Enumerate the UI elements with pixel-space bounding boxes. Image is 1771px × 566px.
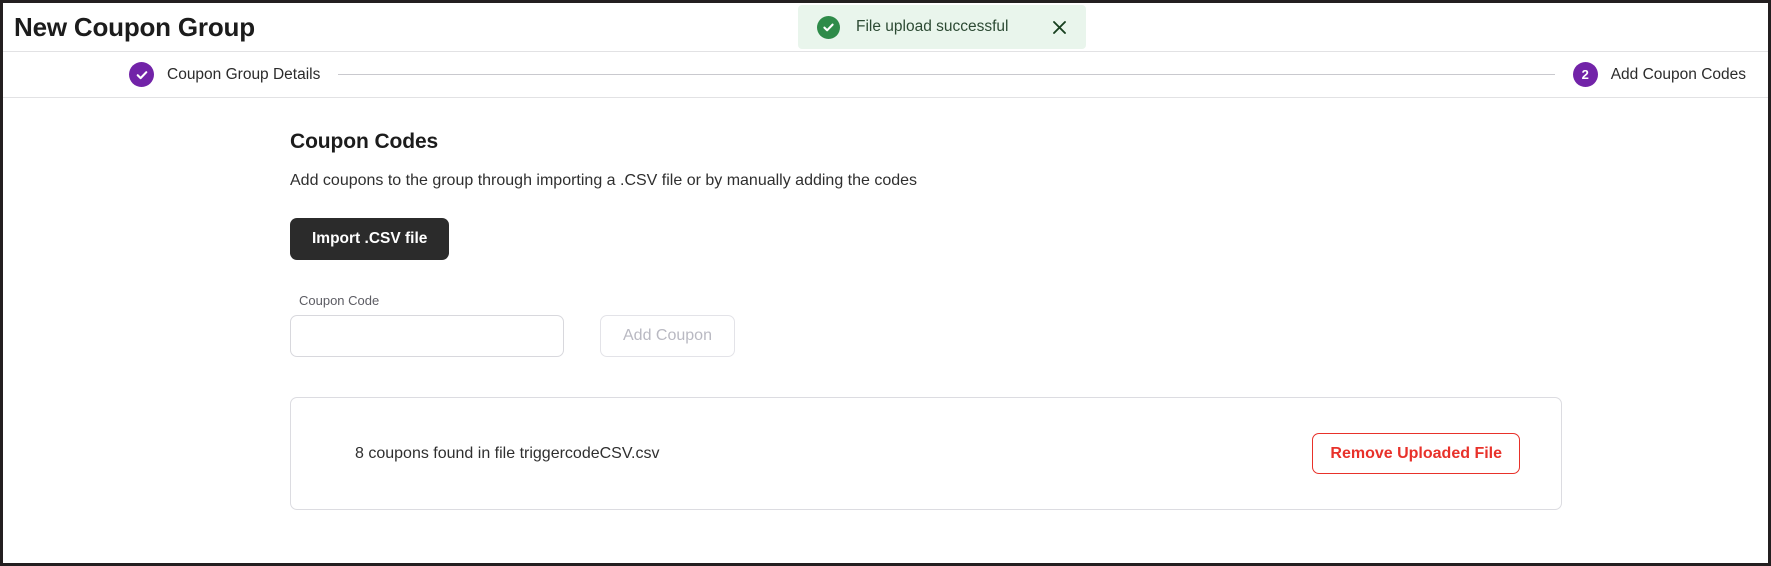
check-circle-icon xyxy=(817,15,840,39)
check-icon xyxy=(129,62,154,87)
step-coupon-group-details[interactable]: Coupon Group Details xyxy=(129,62,320,87)
coupon-code-input[interactable] xyxy=(290,315,564,357)
section-description: Add coupons to the group through importi… xyxy=(290,172,918,189)
remove-uploaded-file-button[interactable]: Remove Uploaded File xyxy=(1312,433,1520,474)
application-window: New Coupon Group File upload successful xyxy=(0,0,1771,566)
stepper-nav: Coupon Group Details 2 Add Coupon Codes xyxy=(3,52,1768,97)
coupon-code-label: Coupon Code xyxy=(299,293,380,308)
step-label-1: Coupon Group Details xyxy=(167,65,321,83)
toast-notification: File upload successful xyxy=(798,5,1086,49)
add-coupon-button[interactable]: Add Coupon xyxy=(600,315,735,357)
toast-message: File upload successful xyxy=(856,18,1009,35)
step-add-coupon-codes[interactable]: 2 Add Coupon Codes xyxy=(1572,62,1746,87)
coupon-entry-row: Coupon Code Add Coupon xyxy=(290,293,1768,357)
coupon-code-field-group: Coupon Code xyxy=(290,293,564,357)
page-title: New Coupon Group xyxy=(14,12,255,42)
page-header: New Coupon Group File upload successful xyxy=(3,3,1768,51)
stepper-connector-line xyxy=(338,74,1555,75)
import-csv-button[interactable]: Import .CSV file xyxy=(290,218,450,260)
step-number-badge: 2 xyxy=(1572,62,1598,87)
uploaded-file-panel: 8 coupons found in file triggercodeCSV.c… xyxy=(290,397,1562,510)
main-content: Coupon Codes Add coupons to the group th… xyxy=(3,98,1768,510)
step-label-2: Add Coupon Codes xyxy=(1610,65,1746,83)
close-icon[interactable] xyxy=(1048,16,1070,38)
section-title: Coupon Codes xyxy=(290,130,439,153)
uploaded-file-info: 8 coupons found in file triggercodeCSV.c… xyxy=(355,444,660,462)
